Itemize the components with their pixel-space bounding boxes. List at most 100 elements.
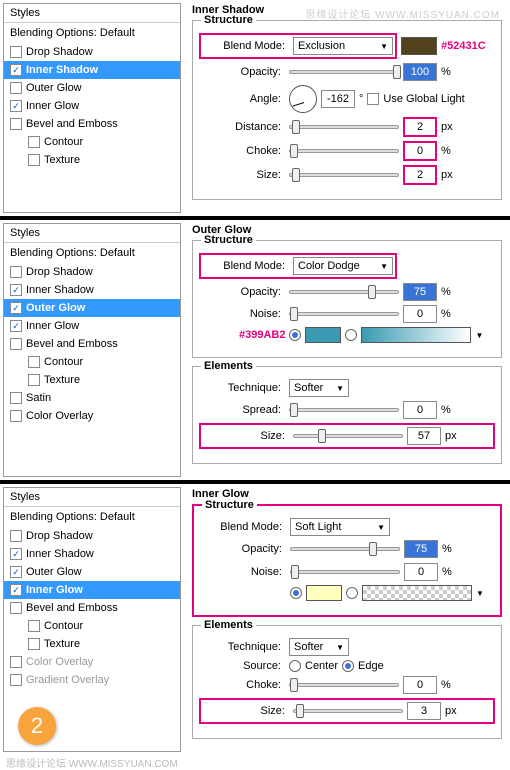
fieldset-legend: Structure xyxy=(201,14,256,26)
source-center-radio[interactable] xyxy=(289,660,301,672)
noise-slider[interactable] xyxy=(289,312,399,316)
elements-fieldset: Elements Technique: Softer▼ Source: Cent… xyxy=(192,625,502,739)
size-slider[interactable] xyxy=(289,173,399,177)
color-swatch[interactable] xyxy=(305,327,341,343)
style-inner-glow[interactable]: ✓Inner Glow xyxy=(4,97,180,115)
gradient-radio[interactable] xyxy=(345,329,357,341)
global-light-label: Use Global Light xyxy=(383,93,464,105)
choke-slider[interactable] xyxy=(289,683,399,687)
style-inner-shadow[interactable]: ✓Inner Shadow xyxy=(4,61,180,79)
distance-slider[interactable] xyxy=(289,125,399,129)
size-slider[interactable] xyxy=(293,434,403,438)
opacity-slider[interactable] xyxy=(290,547,400,551)
blending-options[interactable]: Blending Options: Default xyxy=(4,23,180,43)
style-inner-glow[interactable]: ✓Inner Glow xyxy=(4,581,180,599)
blend-mode-label: Blend Mode: xyxy=(203,40,289,52)
size-slider[interactable] xyxy=(293,709,403,713)
size-input[interactable]: 3 xyxy=(407,702,441,720)
checkbox-icon[interactable]: ✓ xyxy=(10,64,22,76)
style-color-overlay[interactable]: Color Overlay xyxy=(4,407,180,425)
angle-dial[interactable] xyxy=(289,85,317,113)
style-inner-shadow[interactable]: ✓Inner Shadow xyxy=(4,545,180,563)
gradient-preview[interactable] xyxy=(361,327,471,343)
style-color-overlay[interactable]: Color Overlay xyxy=(4,653,180,671)
source-edge-radio[interactable] xyxy=(342,660,354,672)
style-contour[interactable]: Contour xyxy=(4,353,180,371)
checkbox-icon[interactable]: ✓ xyxy=(10,100,22,112)
style-outer-glow[interactable]: ✓Outer Glow xyxy=(4,563,180,581)
blend-mode-select[interactable]: Soft Light▼ xyxy=(290,518,390,536)
style-outer-glow[interactable]: Outer Glow xyxy=(4,79,180,97)
opacity-label: Opacity: xyxy=(199,66,285,78)
gradient-radio[interactable] xyxy=(346,587,358,599)
style-texture[interactable]: Texture xyxy=(4,151,180,169)
structure-fieldset: Structure Blend Mode: Color Dodge▼ Opaci… xyxy=(192,240,502,358)
opacity-input[interactable]: 75 xyxy=(404,540,438,558)
style-drop-shadow[interactable]: Drop Shadow xyxy=(4,43,180,61)
global-light-checkbox[interactable] xyxy=(367,93,379,105)
size-input[interactable]: 57 xyxy=(407,427,441,445)
technique-select[interactable]: Softer▼ xyxy=(289,638,349,656)
style-satin[interactable]: Satin xyxy=(4,389,180,407)
angle-input[interactable]: -162 xyxy=(321,90,355,108)
style-bevel-emboss[interactable]: Bevel and Emboss xyxy=(4,335,180,353)
inner-glow-panel: Inner Glow Structure Blend Mode: Soft Li… xyxy=(184,484,510,755)
structure-fieldset: Structure Blend Mode: Exclusion▼ #52431C… xyxy=(192,20,502,200)
style-drop-shadow[interactable]: Drop Shadow xyxy=(4,527,180,545)
styles-panel: Styles Blending Options: Default Drop Sh… xyxy=(3,223,181,477)
color-swatch[interactable] xyxy=(306,585,342,601)
checkbox-icon[interactable] xyxy=(10,118,22,130)
choke-slider[interactable] xyxy=(289,149,399,153)
style-contour[interactable]: Contour xyxy=(4,617,180,635)
distance-input[interactable]: 2 xyxy=(403,117,437,137)
angle-label: Angle: xyxy=(199,93,285,105)
spread-input[interactable]: 0 xyxy=(403,401,437,419)
elements-fieldset: Elements Technique: Softer▼ Spread: 0 % … xyxy=(192,366,502,464)
blend-mode-select[interactable]: Exclusion▼ xyxy=(293,37,393,55)
style-drop-shadow[interactable]: Drop Shadow xyxy=(4,263,180,281)
chevron-down-icon: ▼ xyxy=(336,384,344,393)
opacity-input[interactable]: 75 xyxy=(403,283,437,301)
chevron-down-icon: ▼ xyxy=(336,643,344,652)
style-bevel-emboss[interactable]: Bevel and Emboss xyxy=(4,115,180,133)
color-hex-label: #399AB2 xyxy=(239,329,285,341)
style-inner-glow[interactable]: ✓Inner Glow xyxy=(4,317,180,335)
blend-mode-select[interactable]: Color Dodge▼ xyxy=(293,257,393,275)
style-bevel-emboss[interactable]: Bevel and Emboss xyxy=(4,599,180,617)
noise-slider[interactable] xyxy=(290,570,400,574)
watermark: 思缘设计论坛 WWW.MISSYUAN.COM xyxy=(305,6,500,21)
gradient-preview[interactable] xyxy=(362,585,472,601)
checkbox-icon[interactable] xyxy=(28,136,40,148)
choke-input[interactable]: 0 xyxy=(403,141,437,161)
checkbox-icon[interactable] xyxy=(10,46,22,58)
style-inner-shadow[interactable]: ✓Inner Shadow xyxy=(4,281,180,299)
style-gradient-overlay[interactable]: Gradient Overlay xyxy=(4,671,180,689)
opacity-slider[interactable] xyxy=(289,290,399,294)
step-badge: 2 xyxy=(18,707,56,745)
structure-fieldset: Structure Blend Mode: Soft Light▼ Opacit… xyxy=(192,504,502,617)
color-radio[interactable] xyxy=(290,587,302,599)
technique-select[interactable]: Softer▼ xyxy=(289,379,349,397)
noise-input[interactable]: 0 xyxy=(404,563,438,581)
style-texture[interactable]: Texture xyxy=(4,371,180,389)
checkbox-icon[interactable] xyxy=(10,82,22,94)
distance-label: Distance: xyxy=(199,121,285,133)
choke-input[interactable]: 0 xyxy=(403,676,437,694)
styles-title: Styles xyxy=(4,4,180,23)
styles-panel: Styles Blending Options: Default Drop Sh… xyxy=(3,3,181,213)
spread-slider[interactable] xyxy=(289,408,399,412)
opacity-input[interactable]: 100 xyxy=(403,63,437,81)
checkbox-icon[interactable] xyxy=(28,154,40,166)
style-contour[interactable]: Contour xyxy=(4,133,180,151)
chevron-down-icon: ▼ xyxy=(380,262,388,271)
chevron-down-icon: ▼ xyxy=(377,523,385,532)
style-texture[interactable]: Texture xyxy=(4,635,180,653)
style-outer-glow[interactable]: ✓Outer Glow xyxy=(4,299,180,317)
choke-label: Choke: xyxy=(199,145,285,157)
outer-glow-panel: Outer Glow Structure Blend Mode: Color D… xyxy=(184,220,510,480)
size-input[interactable]: 2 xyxy=(403,165,437,185)
color-radio[interactable] xyxy=(289,329,301,341)
noise-input[interactable]: 0 xyxy=(403,305,437,323)
opacity-slider[interactable] xyxy=(289,70,399,74)
color-swatch[interactable] xyxy=(401,37,437,55)
